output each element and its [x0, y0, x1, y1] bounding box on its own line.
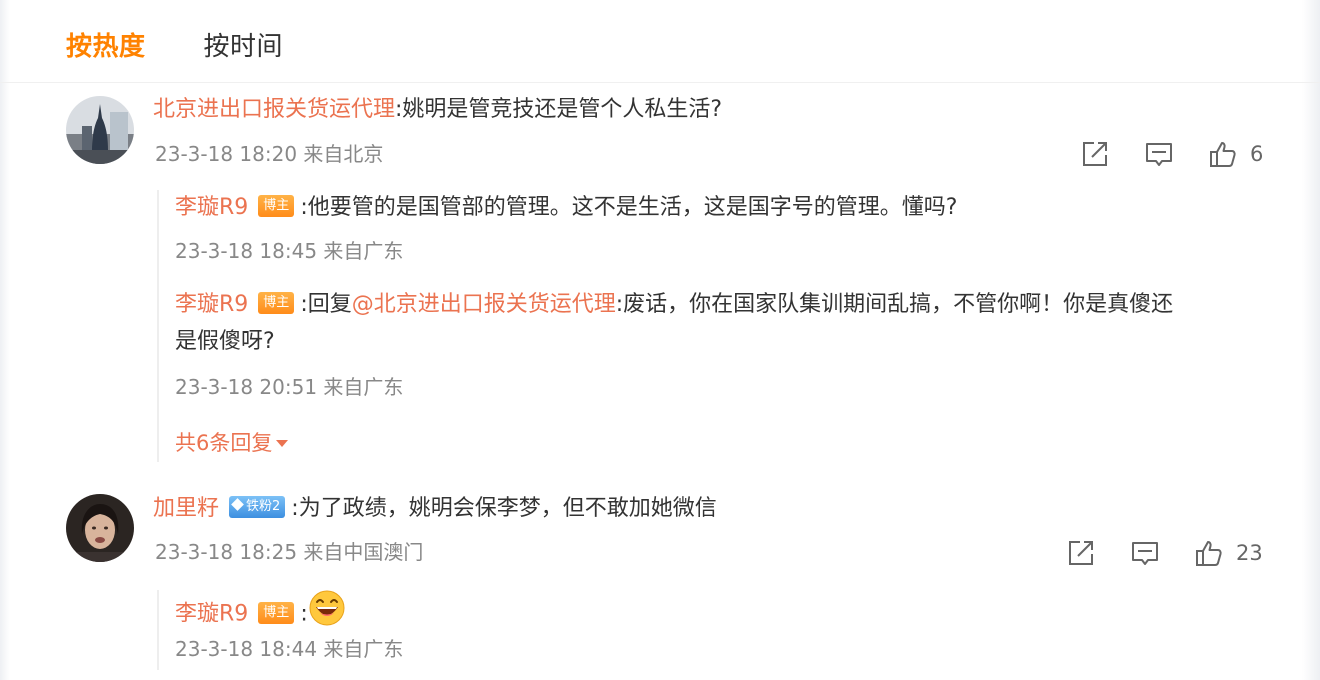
laughing-emoji-icon: [308, 589, 346, 636]
reply-meta: 23-3-18 18:44 来自广东: [175, 637, 404, 661]
comment-username[interactable]: 北京进出口报关货运代理: [153, 97, 395, 122]
share-icon: [1069, 541, 1093, 565]
thumbs-up-icon: [1196, 541, 1222, 566]
reply-meta: 23-3-18 18:45 来自广东: [175, 239, 404, 263]
more-replies-link[interactable]: 共6条回复: [175, 429, 289, 457]
fan-badge: 铁粉2: [229, 496, 286, 518]
like-button[interactable]: 6: [1208, 139, 1263, 169]
comment-text-line: 北京进出口报关货运代理:姚明是管竞技还是管个人私生活?: [153, 95, 722, 125]
share-button[interactable]: [1066, 538, 1096, 568]
comments-panel: 按热度 按时间 北京进出口报关货运代理:姚明是管竞技还是管个人私生活? 23-3…: [0, 0, 1320, 680]
diamond-icon: [231, 498, 244, 511]
reply-username[interactable]: 李璇R9: [175, 195, 248, 220]
comment-text: :为了政绩，姚明会保李梦，但不敢加她微信: [291, 496, 717, 521]
comment-icon: [1146, 143, 1172, 166]
comment-text-line: 加里籽 铁粉2 :为了政绩，姚明会保李梦，但不敢加她微信: [153, 494, 717, 524]
comment-meta: 23-3-18 18:25 来自中国澳门: [155, 540, 424, 564]
like-count: 23: [1236, 541, 1263, 565]
reply-text-line: 李璇R9 博主:回复@北京进出口报关货运代理:废话，你在国家队集训期间乱搞，不管你…: [175, 290, 1173, 320]
blogger-badge: 博主: [258, 601, 295, 624]
reply-thread-bar: [157, 590, 159, 670]
reply-username[interactable]: 李璇R9: [175, 602, 248, 627]
like-button[interactable]: 23: [1194, 538, 1263, 568]
reply-meta: 23-3-18 20:51 来自广东: [175, 375, 404, 399]
tab-sort-by-hot[interactable]: 按热度: [66, 26, 146, 63]
reply-prefix: :回复: [300, 292, 352, 317]
fan-badge-label: 铁粉2: [246, 499, 281, 514]
comment-button[interactable]: [1144, 139, 1174, 169]
reply-text: :: [300, 601, 308, 627]
sort-tabs: 按热度 按时间: [66, 24, 341, 64]
like-count: 6: [1250, 142, 1264, 166]
tabs-divider: [0, 82, 1320, 83]
reply-thread-bar: [157, 190, 159, 462]
comment-username[interactable]: 加里籽: [153, 496, 219, 521]
reply-username[interactable]: 李璇R9: [175, 292, 248, 317]
comment-actions: 23: [1066, 537, 1263, 569]
comment-button[interactable]: [1130, 538, 1160, 568]
comment-text: :姚明是管竞技还是管个人私生活?: [395, 97, 723, 122]
thumbs-up-icon: [1210, 142, 1236, 167]
comment-actions: 6: [1080, 138, 1263, 170]
comment-icon: [1132, 542, 1158, 565]
reply-text-line-2: 是假傻呀?: [175, 329, 275, 354]
reply-text-line: 李璇R9 博主:他要管的是国管部的管理。这不是生活，这是国字号的管理。懂吗?: [175, 193, 957, 223]
reply-text: :废话，你在国家队集训期间乱搞，不管你啊！你是真傻还: [615, 292, 1174, 317]
avatar[interactable]: [66, 96, 134, 164]
mention-link[interactable]: @北京进出口报关货运代理: [352, 292, 616, 317]
blogger-badge: 博主: [258, 195, 295, 217]
right-edge-shadow: [1302, 0, 1320, 680]
reply-text: :他要管的是国管部的管理。这不是生活，这是国字号的管理。懂吗?: [300, 195, 958, 220]
share-icon: [1083, 142, 1107, 166]
tab-sort-by-time[interactable]: 按时间: [204, 26, 284, 63]
share-button[interactable]: [1080, 139, 1110, 169]
avatar[interactable]: [66, 494, 134, 562]
comment-meta: 23-3-18 18:20 来自北京: [155, 142, 384, 166]
reply-text-line: 李璇R9 博主:: [175, 589, 346, 638]
left-edge-shadow: [0, 0, 10, 680]
blogger-badge: 博主: [258, 292, 295, 314]
more-replies-label: 共6条回复: [175, 431, 273, 455]
chevron-down-icon: [276, 440, 289, 447]
